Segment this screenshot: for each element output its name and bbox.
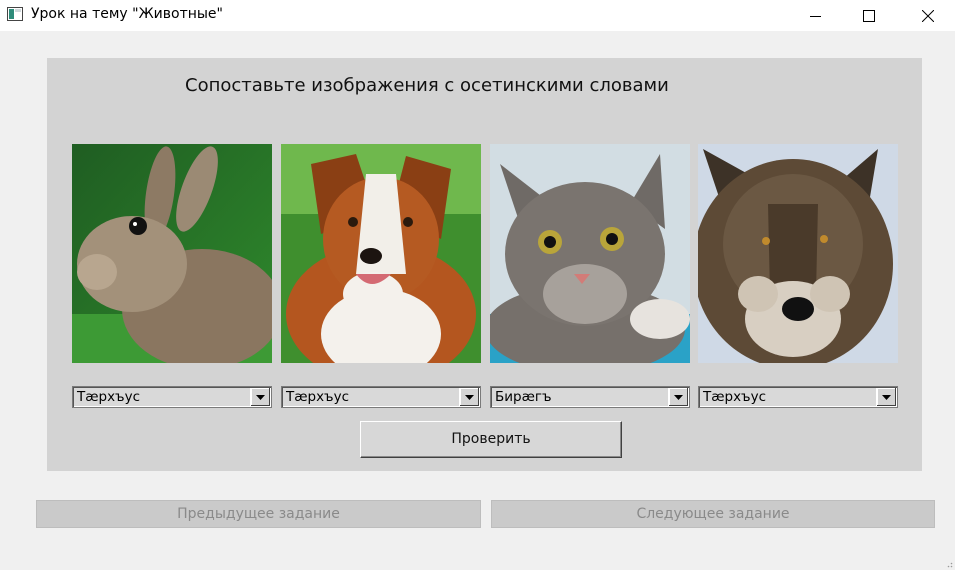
app-icon (7, 7, 23, 21)
wolf-photo-icon (698, 144, 898, 363)
caret-down-icon (256, 394, 265, 400)
answer-select-value: Тæрхъус (703, 389, 767, 405)
maximize-button[interactable] (846, 0, 892, 31)
minimize-button[interactable] (793, 0, 839, 31)
caret-down-icon (674, 394, 683, 400)
task-heading: Сопоставьте изображения с осетинскими сл… (185, 75, 669, 96)
maximize-icon (863, 9, 875, 22)
wolf-image (698, 144, 898, 363)
answer-select-1[interactable]: Тæрхъус (72, 386, 272, 408)
answer-select-2[interactable]: Тæрхъус (281, 386, 481, 408)
answer-select-value: Тæрхъус (77, 389, 141, 405)
resize-grip-icon[interactable] (945, 560, 953, 568)
window-title: Урок на тему "Животные" (31, 6, 223, 22)
dropdown-arrow-button[interactable] (459, 388, 479, 406)
minimize-icon (810, 15, 821, 17)
caret-down-icon (882, 394, 891, 400)
rabbit-image (72, 144, 272, 363)
answer-select-value: Бирæгъ (495, 389, 552, 405)
close-icon (922, 9, 934, 22)
dropdown-arrow-button[interactable] (876, 388, 896, 406)
cat-photo-icon (490, 144, 690, 363)
caret-down-icon (465, 394, 474, 400)
rabbit-photo-icon (72, 144, 272, 363)
dropdown-arrow-button[interactable] (250, 388, 270, 406)
title-bar: Урок на тему "Животные" (0, 0, 955, 31)
previous-task-button[interactable]: Предыдущее задание (36, 500, 481, 528)
dog-image (281, 144, 481, 363)
dropdown-arrow-button[interactable] (668, 388, 688, 406)
answer-select-3[interactable]: Бирæгъ (490, 386, 690, 408)
answer-select-value: Тæрхъус (286, 389, 350, 405)
next-task-button[interactable]: Следующее задание (491, 500, 935, 528)
cat-image (490, 144, 690, 363)
answer-select-4[interactable]: Тæрхъус (698, 386, 898, 408)
check-button[interactable]: Проверить (360, 421, 622, 458)
close-button[interactable] (905, 0, 951, 31)
dog-photo-icon (281, 144, 481, 363)
